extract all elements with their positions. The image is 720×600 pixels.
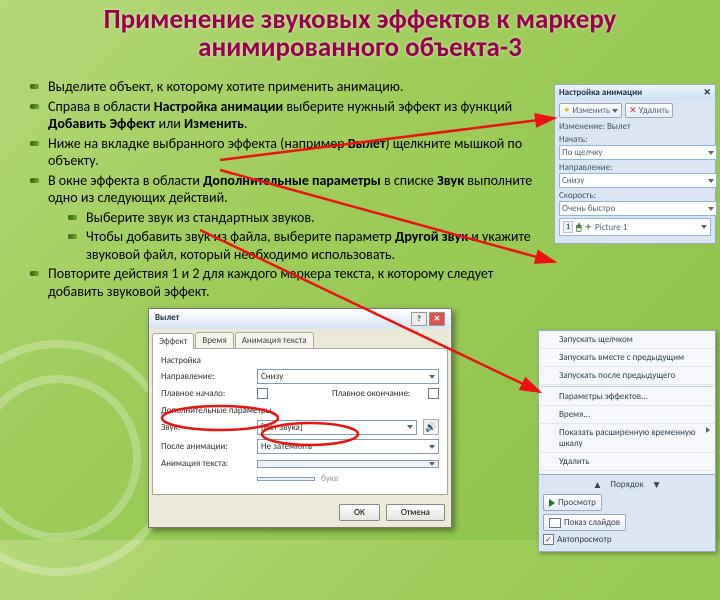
chevron-down-icon xyxy=(708,179,714,183)
pane-title: Настройка анимации xyxy=(559,87,642,98)
chevron-down-icon xyxy=(708,151,714,155)
cancel-button[interactable]: Отмена xyxy=(386,504,445,521)
dlg-direction-select[interactable]: Снизу xyxy=(257,369,439,384)
context-menu: Запускать щелчком Запускать вместе с пре… xyxy=(538,330,716,552)
ctx-timeline[interactable]: Показать расширенную временную шкалу xyxy=(539,424,715,453)
group-advanced: Дополнительные параметры xyxy=(161,405,439,416)
ctx-delete[interactable]: Удалить xyxy=(539,453,715,471)
dlg-text-unit: букв xyxy=(321,473,338,484)
play-icon xyxy=(549,499,555,507)
close-icon[interactable]: ✕ xyxy=(703,87,711,98)
effect-dialog: Вылет ? ✕ Эффект Время Анимация текста Н… xyxy=(148,308,452,528)
direction-label: Направление: xyxy=(559,162,711,173)
star-icon: ✦ xyxy=(563,105,571,116)
sub-bullet-1: Выберите звук из стандартных звуков. xyxy=(68,209,550,227)
reorder-down-icon[interactable]: ▼ xyxy=(652,478,662,491)
bullet-content: Выделите объект, к которому хотите приме… xyxy=(30,78,550,302)
effect-list-item[interactable]: 1 🖱 ✦ Picture 1 xyxy=(559,218,711,236)
animation-pane: Настройка анимации ✕ ✦ Изменить ✕ Удалит… xyxy=(554,84,716,244)
dialog-title: Вылет xyxy=(155,312,179,326)
chevron-down-icon xyxy=(701,225,707,229)
pane-lower-controls: ▲ Порядок ▼ Просмотр Показ слайдов ✓ Авт… xyxy=(539,474,715,551)
chevron-down-icon xyxy=(429,462,435,466)
chevron-right-icon xyxy=(706,427,710,433)
ctx-effect-options[interactable]: Параметры эффектов... xyxy=(539,388,715,406)
star-icon: ✦ xyxy=(584,222,592,233)
order-label: Порядок xyxy=(610,479,643,490)
tab-timing[interactable]: Время xyxy=(195,332,233,348)
help-button[interactable]: ? xyxy=(411,312,427,326)
speed-label: Скорость: xyxy=(559,190,711,201)
chevron-down-icon xyxy=(429,445,435,449)
speaker-icon[interactable]: 🔊 xyxy=(423,419,439,435)
effect-number: 1 xyxy=(563,221,573,233)
page-title: Применение звуковых эффектов к маркеру а… xyxy=(0,6,720,63)
pane-header: Настройка анимации ✕ xyxy=(555,85,715,100)
mouse-icon: 🖱 xyxy=(576,222,581,233)
ctx-start-click[interactable]: Запускать щелчком xyxy=(539,331,715,349)
dialog-titlebar: Вылет ? ✕ xyxy=(149,309,451,329)
direction-select[interactable]: Снизу xyxy=(559,173,717,188)
dlg-sound-label: Звук: xyxy=(161,422,251,433)
start-label: Начать: xyxy=(559,134,711,145)
ok-button[interactable]: ОК xyxy=(339,504,380,521)
change-effect-button[interactable]: ✦ Изменить xyxy=(559,103,622,118)
start-select[interactable]: По щелчку xyxy=(559,145,717,160)
bullet-4: В окне эффекта в области Дополнительные … xyxy=(30,172,550,264)
dlg-text-select xyxy=(257,460,439,468)
chevron-down-icon xyxy=(407,425,413,429)
bullet-5: Повторите действия 1 и 2 для каждого мар… xyxy=(30,265,550,300)
dlg-text-label: Анимация текста: xyxy=(161,458,251,469)
change-effect-label: Изменение: Вылет xyxy=(559,121,711,132)
ctx-timing[interactable]: Время... xyxy=(539,406,715,424)
dlg-direction-label: Направление: xyxy=(161,371,251,382)
slideshow-button[interactable]: Показ слайдов xyxy=(543,514,626,531)
bullet-1: Выделите объект, к которому хотите приме… xyxy=(30,78,550,96)
screen-icon xyxy=(549,518,561,528)
chevron-down-icon xyxy=(708,207,714,211)
dlg-accel-label: Плавное начало: xyxy=(161,388,251,399)
dlg-after-select[interactable]: Не затемнять xyxy=(257,439,439,454)
speed-select[interactable]: Очень быстро xyxy=(559,201,717,216)
chevron-down-icon xyxy=(429,375,435,379)
smooth-end-checkbox[interactable] xyxy=(428,388,439,399)
close-button[interactable]: ✕ xyxy=(429,312,445,326)
preview-button[interactable]: Просмотр xyxy=(543,494,602,511)
effect-item-name: Picture 1 xyxy=(595,222,627,233)
group-settings: Настройка xyxy=(161,355,439,366)
bullet-3: Ниже на вкладке выбранного эффекта (напр… xyxy=(30,135,550,170)
bullet-2: Справа в области Настройка анимации выбе… xyxy=(30,98,550,133)
x-icon: ✕ xyxy=(629,105,637,116)
tab-text-anim[interactable]: Анимация текста xyxy=(235,332,314,348)
dlg-decel-label: Плавное окончание: xyxy=(332,388,422,399)
ctx-start-after[interactable]: Запускать после предыдущего xyxy=(539,367,715,385)
dlg-sound-select[interactable]: [Нет звука] xyxy=(257,420,417,435)
separator xyxy=(541,386,713,387)
ctx-start-with[interactable]: Запускать вместе с предыдущим xyxy=(539,349,715,367)
reorder-up-icon[interactable]: ▲ xyxy=(592,478,602,491)
dlg-after-label: После анимации: xyxy=(161,441,251,452)
sub-bullet-2: Чтобы добавить звук из файла, выберите п… xyxy=(68,228,550,263)
chevron-down-icon xyxy=(612,109,618,113)
remove-effect-button[interactable]: ✕ Удалить xyxy=(625,103,673,118)
dlg-text-spinner xyxy=(257,477,315,481)
tab-effect[interactable]: Эффект xyxy=(152,333,194,349)
smooth-start-checkbox[interactable] xyxy=(257,388,268,399)
